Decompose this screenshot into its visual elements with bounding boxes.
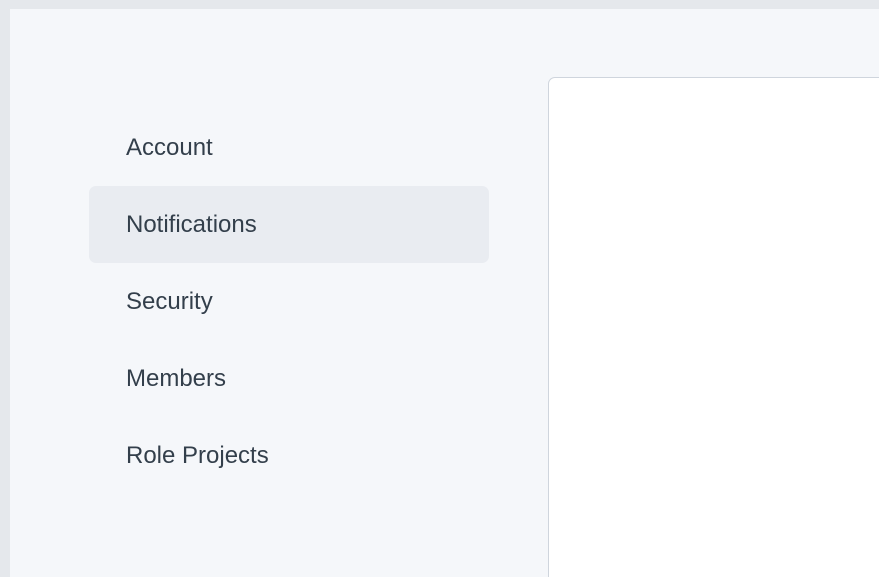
settings-content-panel xyxy=(548,77,879,577)
sidebar-item-label: Role Projects xyxy=(126,441,269,469)
sidebar-item-label: Account xyxy=(126,133,213,161)
sidebar-item-notifications[interactable]: Notifications xyxy=(89,186,489,263)
sidebar-item-account[interactable]: Account xyxy=(89,109,489,186)
settings-window: Account Notifications Security Members R… xyxy=(10,9,879,577)
sidebar-item-members[interactable]: Members xyxy=(89,340,489,417)
sidebar-item-security[interactable]: Security xyxy=(89,263,489,340)
sidebar-item-label: Notifications xyxy=(126,210,257,238)
sidebar-item-role-projects[interactable]: Role Projects xyxy=(89,417,489,494)
sidebar-item-label: Security xyxy=(126,287,213,315)
sidebar-item-label: Members xyxy=(126,364,227,392)
settings-sidebar: Account Notifications Security Members R… xyxy=(89,109,489,494)
